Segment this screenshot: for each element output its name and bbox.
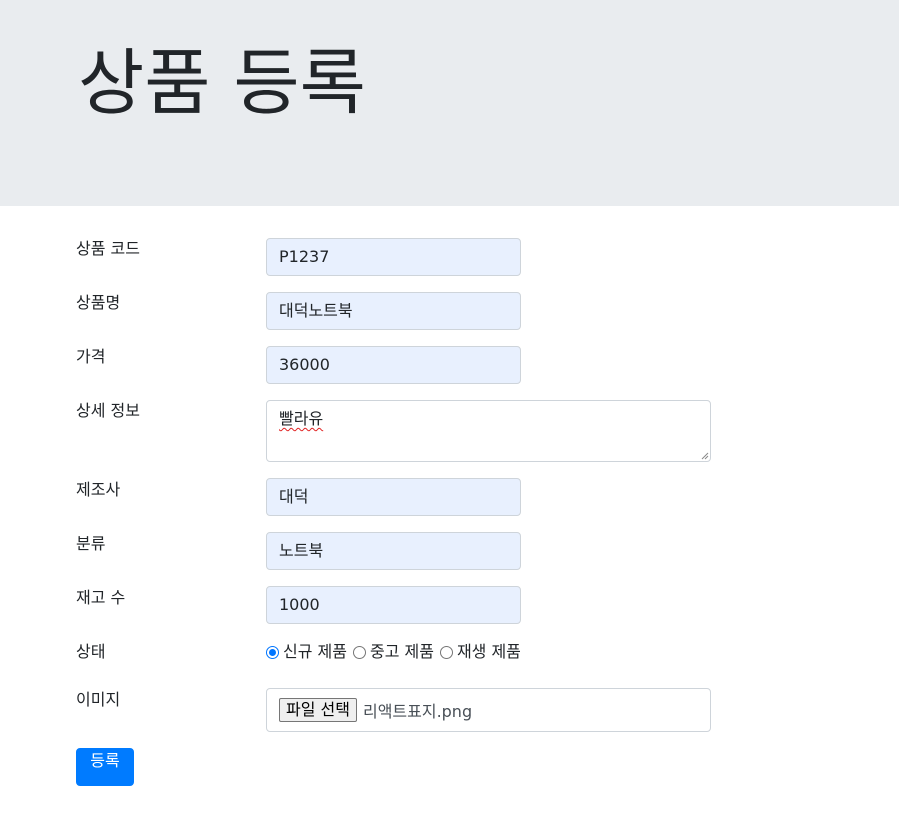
selected-file-name: 리액트표지.png [362, 702, 473, 721]
manufacturer-label: 제조사 [76, 480, 121, 499]
product-name-input[interactable]: 대덕노트북 [266, 292, 521, 330]
radio-refurbished-label[interactable]: 재생 제품 [457, 640, 521, 664]
stock-label: 재고 수 [76, 588, 126, 607]
file-select-button[interactable]: 파일 선택 [279, 698, 357, 722]
page-title: 상품 등록 [78, 41, 366, 125]
radio-used[interactable] [352, 645, 366, 659]
price-label: 가격 [76, 347, 106, 366]
description-text: 빨라유 [279, 409, 324, 428]
image-label: 이미지 [76, 690, 121, 709]
category-input[interactable]: 노트북 [266, 532, 521, 570]
radio-new-label[interactable]: 신규 제품 [283, 640, 347, 664]
manufacturer-input[interactable]: 대덕 [266, 478, 521, 516]
product-code-input[interactable]: P1237 [266, 238, 521, 276]
description-textarea[interactable]: 빨라유 [266, 400, 711, 462]
radio-used-label[interactable]: 중고 제품 [370, 640, 434, 664]
price-input[interactable]: 36000 [266, 346, 521, 384]
condition-radio-group: 신규 제품 중고 제품 재생 제품 [266, 640, 527, 664]
page-header: 상품 등록 [0, 0, 899, 206]
description-label: 상세 정보 [76, 401, 140, 420]
product-code-label: 상품 코드 [76, 239, 140, 258]
radio-refurbished[interactable] [439, 645, 453, 659]
resize-grip-icon[interactable] [701, 452, 709, 460]
radio-new[interactable] [266, 645, 279, 659]
stock-input[interactable]: 1000 [266, 586, 521, 624]
submit-button[interactable]: 등록 [76, 748, 134, 786]
product-name-label: 상품명 [76, 293, 121, 312]
condition-label: 상태 [76, 642, 106, 661]
image-file-input[interactable]: 파일 선택 리액트표지.png [266, 688, 711, 732]
category-label: 분류 [76, 534, 106, 553]
